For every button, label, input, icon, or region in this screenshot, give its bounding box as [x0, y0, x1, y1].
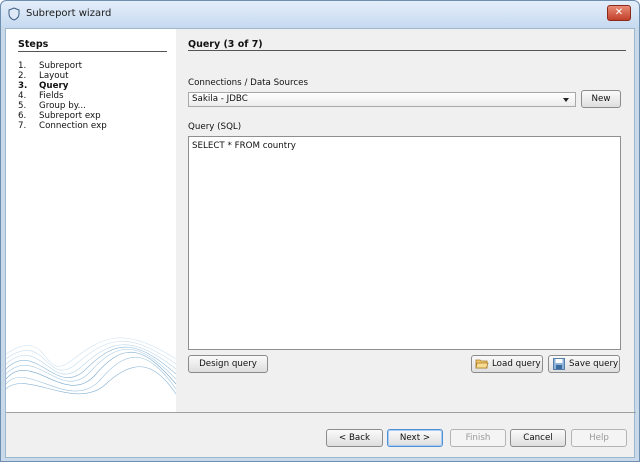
close-button[interactable]: ✕ — [607, 5, 631, 21]
window-title: Subreport wizard — [26, 8, 112, 19]
query-label: Query (SQL) — [188, 122, 242, 132]
app-shield-icon — [8, 7, 20, 21]
steps-divider — [18, 51, 167, 52]
folder-open-icon — [475, 359, 489, 368]
wizard-client-area: Steps 1. Subreport 2. Layout 3. Query 4. Fie… — [5, 28, 636, 458]
connection-select[interactable]: Sakila - JDBC — [188, 92, 576, 107]
steps-title: Steps — [18, 39, 49, 50]
query-textarea[interactable]: SELECT * FROM country — [188, 136, 621, 350]
design-query-button[interactable]: Design query — [188, 355, 268, 373]
new-connection-button[interactable]: New — [581, 90, 621, 108]
steps-panel: Steps 1. Subreport 2. Layout 3. Query 4. Fie… — [6, 29, 176, 412]
cancel-button[interactable]: Cancel — [510, 429, 566, 447]
footer-divider — [6, 412, 636, 413]
title-bar[interactable]: Subreport wizard ✕ — [1, 1, 639, 27]
help-button[interactable]: Help — [571, 429, 627, 447]
finish-button[interactable]: Finish — [450, 429, 506, 447]
floppy-disk-icon — [553, 357, 565, 370]
content-divider — [188, 50, 626, 51]
connection-select-value: Sakila - JDBC — [192, 94, 248, 104]
content-title: Query (3 of 7) — [188, 39, 263, 50]
wizard-window: Subreport wizard ✕ Steps 1. Subreport 2. L… — [0, 0, 640, 462]
back-button[interactable]: < Back — [326, 429, 383, 447]
connections-label: Connections / Data Sources — [188, 78, 309, 88]
next-button[interactable]: Next > — [387, 429, 443, 447]
decorative-wave-graphic — [6, 337, 176, 395]
load-query-button[interactable]: Load query — [471, 355, 543, 373]
save-query-button[interactable]: Save query — [548, 355, 620, 373]
chevron-down-icon[interactable] — [563, 98, 569, 102]
step-item-connection-exp: 7. Connection exp — [18, 121, 107, 131]
